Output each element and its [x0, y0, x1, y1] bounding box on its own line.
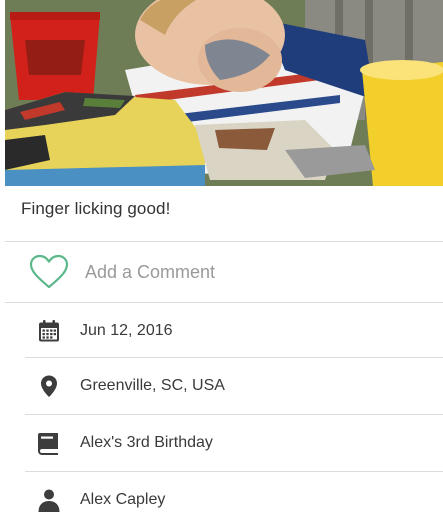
- add-comment-label: Add a Comment: [85, 262, 216, 282]
- date-row: Jun 12, 2016: [25, 304, 443, 358]
- add-comment-button[interactable]: Add a Comment: [5, 242, 443, 302]
- person-row[interactable]: Alex Capley: [25, 472, 443, 528]
- book-icon: [38, 433, 58, 455]
- album-label: Alex's 3rd Birthday: [80, 434, 213, 451]
- divider: [5, 302, 443, 303]
- album-row[interactable]: Alex's 3rd Birthday: [25, 415, 443, 471]
- post-photo[interactable]: [5, 0, 443, 186]
- calendar-icon: [39, 320, 59, 342]
- person-icon: [38, 489, 60, 512]
- location-pin-icon: [41, 375, 57, 397]
- location-row[interactable]: Greenville, SC, USA: [25, 358, 443, 414]
- location-label: Greenville, SC, USA: [80, 377, 225, 394]
- person-label: Alex Capley: [80, 491, 166, 508]
- post-caption: Finger licking good!: [21, 199, 171, 218]
- heart-outline-icon[interactable]: [29, 254, 69, 290]
- date-label: Jun 12, 2016: [80, 322, 173, 339]
